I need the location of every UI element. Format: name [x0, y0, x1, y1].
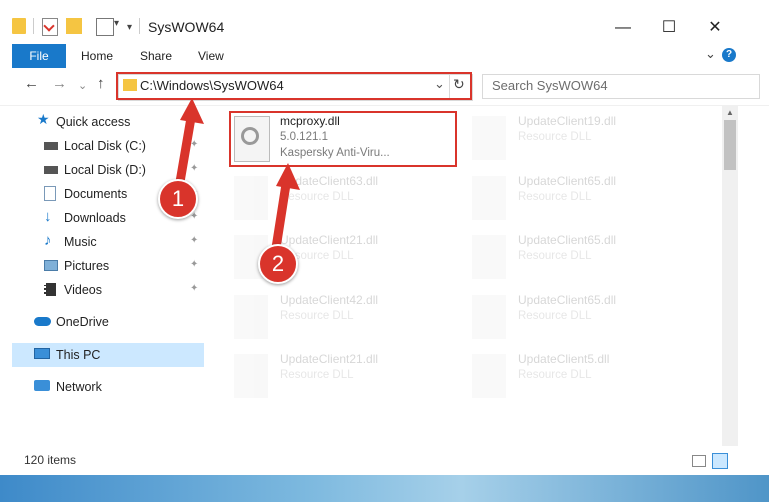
arrow-1-head — [180, 98, 204, 124]
arrow-2 — [271, 173, 292, 253]
arrow-1 — [175, 107, 197, 187]
arrow-2-head — [276, 163, 300, 190]
callout-1: 1 — [158, 179, 198, 219]
callout-2: 2 — [258, 244, 298, 284]
annotation-arrows — [175, 98, 300, 253]
